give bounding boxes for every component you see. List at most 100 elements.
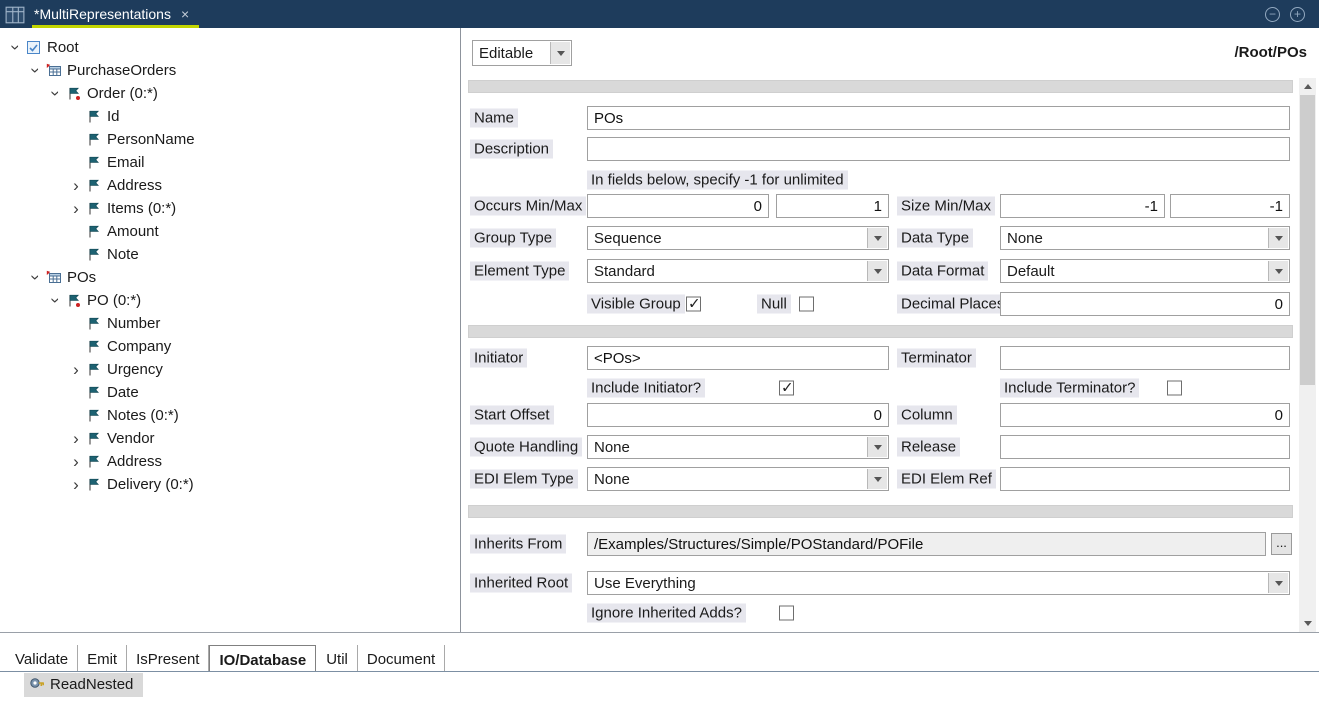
tree-item-number[interactable]: Number (0, 312, 460, 335)
edi-elem-type-combo[interactable]: None (587, 467, 889, 491)
flag-icon (86, 155, 105, 170)
tree-item-order-0[interactable]: ›Order (0:*) (0, 82, 460, 105)
tab-validate[interactable]: Validate (6, 645, 78, 671)
expand-arrow-icon[interactable]: › (66, 476, 86, 493)
name-input[interactable] (587, 106, 1290, 130)
tree-item-items-0[interactable]: ›Items (0:*) (0, 197, 460, 220)
tree-item-date[interactable]: Date (0, 381, 460, 404)
occurs-max-input[interactable] (776, 194, 889, 218)
null-checkbox[interactable] (799, 297, 814, 312)
combo-arrow-icon[interactable] (1268, 228, 1288, 248)
tab-emit[interactable]: Emit (78, 645, 127, 671)
description-input[interactable] (587, 137, 1290, 161)
inherits-from-label: Inherits From (470, 535, 566, 554)
document-tab[interactable]: *MultiRepresentations × (32, 0, 199, 28)
flag-icon (86, 454, 105, 469)
tab-close-icon[interactable]: × (181, 6, 189, 22)
tab-util[interactable]: Util (317, 645, 358, 671)
column-input[interactable] (1000, 403, 1290, 427)
size-min-input[interactable] (1000, 194, 1165, 218)
tree-item-id[interactable]: Id (0, 105, 460, 128)
start-offset-input[interactable] (587, 403, 889, 427)
include-initiator-checkbox[interactable] (779, 381, 794, 396)
browse-button[interactable]: ... (1271, 533, 1292, 555)
tree-item-notes-0[interactable]: Notes (0:*) (0, 404, 460, 427)
titlebar: *MultiRepresentations × − + (0, 0, 1319, 28)
data-type-combo[interactable]: None (1000, 226, 1290, 250)
visible-group-checkbox[interactable] (686, 297, 701, 312)
visible-group-label: Visible Group (587, 295, 685, 314)
inherited-root-label: Inherited Root (470, 574, 572, 593)
scroll-up-icon[interactable] (1299, 78, 1316, 95)
circle-minus-button[interactable]: − (1265, 7, 1280, 22)
tree-item-personname[interactable]: PersonName (0, 128, 460, 151)
ignore-inherited-adds-checkbox[interactable] (779, 606, 794, 621)
circle-plus-button[interactable]: + (1290, 7, 1305, 22)
data-format-combo[interactable]: Default (1000, 259, 1290, 283)
combo-arrow-icon[interactable] (1268, 261, 1288, 281)
combo-arrow-icon[interactable] (1268, 573, 1288, 593)
inherits-from-input[interactable] (587, 532, 1266, 556)
edit-mode-combo[interactable]: Editable (472, 40, 572, 66)
collapse-arrow-icon[interactable]: › (48, 84, 65, 104)
tree-item-pos[interactable]: › POs (0, 266, 460, 289)
tree-item-label: Urgency (105, 361, 163, 378)
combo-arrow-icon[interactable] (867, 228, 887, 248)
expand-arrow-icon[interactable]: › (66, 453, 86, 470)
combo-arrow-icon[interactable] (867, 437, 887, 457)
tree-item-vendor[interactable]: ›Vendor (0, 427, 460, 450)
tree-item-amount[interactable]: Amount (0, 220, 460, 243)
expand-arrow-icon[interactable]: › (66, 430, 86, 447)
tree-item-urgency[interactable]: › Urgency (0, 358, 460, 381)
include-initiator-label: Include Initiator? (587, 379, 705, 398)
scrollbar-thumb[interactable] (1300, 95, 1315, 385)
tree-item-label: Address (105, 177, 162, 194)
collapse-arrow-icon[interactable]: › (8, 38, 25, 58)
occurs-min-input[interactable] (587, 194, 769, 218)
tree-item-email[interactable]: Email (0, 151, 460, 174)
list-item-readnested[interactable]: ReadNested (24, 673, 143, 697)
include-terminator-checkbox[interactable] (1167, 381, 1182, 396)
tree-item-delivery-0[interactable]: ›Delivery (0:*) (0, 473, 460, 496)
initiator-input[interactable] (587, 346, 889, 370)
tree-item-label: POs (65, 269, 96, 286)
tab-ispresent[interactable]: IsPresent (127, 645, 209, 671)
combo-arrow-icon[interactable] (867, 261, 887, 281)
group-type-combo[interactable]: Sequence (587, 226, 889, 250)
tree-item-po-0[interactable]: ›PO (0:*) (0, 289, 460, 312)
group-type-value: Sequence (594, 230, 662, 247)
expand-arrow-icon[interactable]: › (66, 200, 86, 217)
collapse-arrow-icon[interactable]: › (48, 291, 65, 311)
expand-arrow-icon[interactable]: › (66, 361, 86, 378)
edi-elem-ref-input[interactable] (1000, 467, 1290, 491)
tab-document[interactable]: Document (358, 645, 445, 671)
collapse-arrow-icon[interactable]: › (28, 61, 45, 81)
expand-arrow-icon[interactable]: › (66, 177, 86, 194)
tree-item-company[interactable]: Company (0, 335, 460, 358)
combo-arrow-icon[interactable] (867, 469, 887, 489)
app-icon (5, 5, 27, 27)
tree-item-purchaseorders[interactable]: ›PurchaseOrders (0, 59, 460, 82)
release-input[interactable] (1000, 435, 1290, 459)
terminator-input[interactable] (1000, 346, 1290, 370)
inherited-root-combo[interactable]: Use Everything (587, 571, 1290, 595)
element-type-combo[interactable]: Standard (587, 259, 889, 283)
tree-item-address[interactable]: ›Address (0, 450, 460, 473)
tree-item-note[interactable]: Note (0, 243, 460, 266)
collapse-arrow-icon[interactable]: › (28, 268, 45, 288)
decimal-places-input[interactable] (1000, 292, 1290, 316)
flag-icon (86, 201, 105, 216)
combo-arrow-icon[interactable] (550, 42, 570, 64)
terminator-label: Terminator (897, 349, 976, 368)
vertical-scrollbar[interactable] (1299, 78, 1316, 632)
flag-icon (86, 316, 105, 331)
scroll-down-icon[interactable] (1299, 615, 1316, 632)
size-max-input[interactable] (1170, 194, 1290, 218)
flag-icon (86, 132, 105, 147)
tree-item-root[interactable]: ›Root (0, 36, 460, 59)
tree-item-address[interactable]: › Address (0, 174, 460, 197)
procedure-icon (29, 675, 45, 695)
tree-item-label: Note (105, 246, 139, 263)
tab-io-database[interactable]: IO/Database (209, 645, 316, 671)
quote-handling-combo[interactable]: None (587, 435, 889, 459)
